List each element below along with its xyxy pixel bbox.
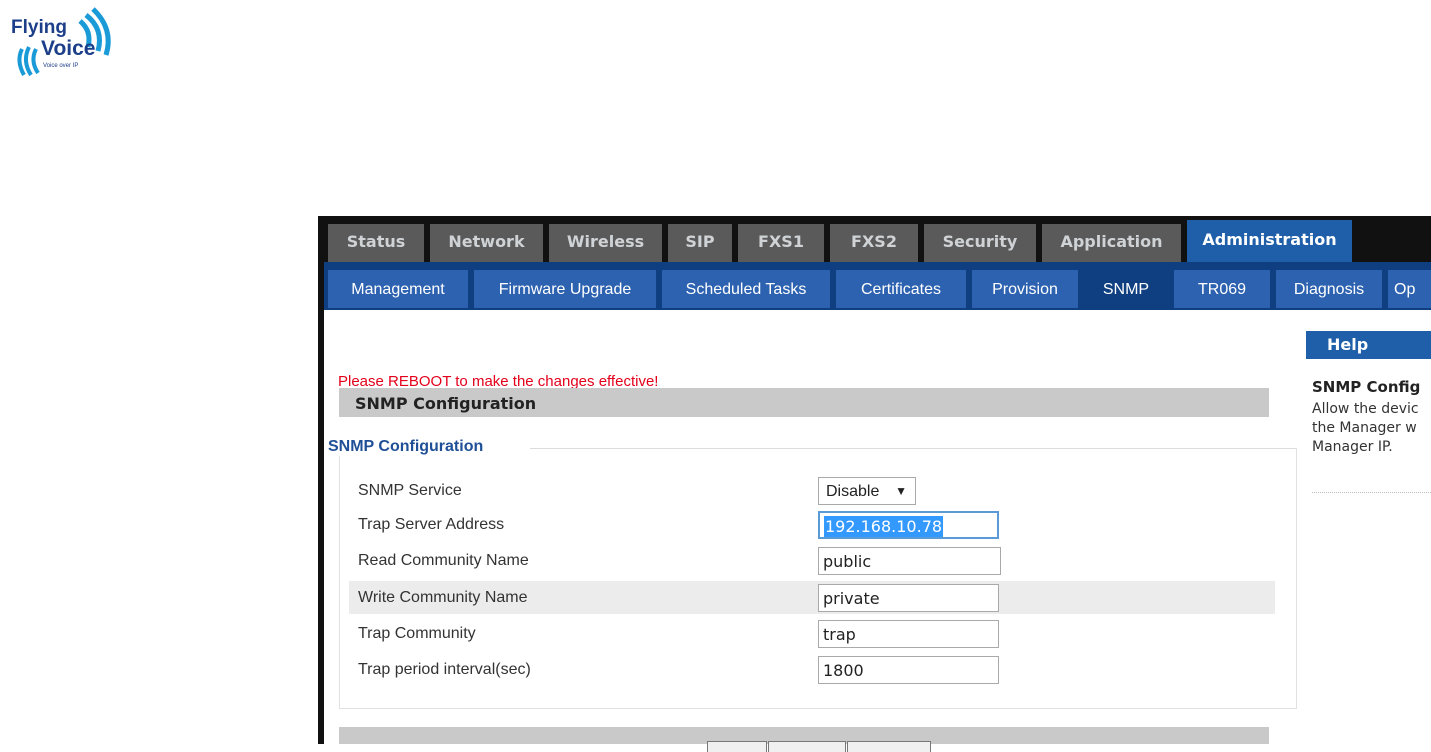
- row-read-community-name: Read Community Name public: [349, 544, 1275, 577]
- help-line-2: the Manager w: [1312, 420, 1417, 436]
- trap-server-address-label: Trap Server Address: [358, 516, 505, 533]
- trap-community-input[interactable]: trap: [818, 620, 999, 648]
- fieldset-legend: SNMP Configuration: [328, 438, 490, 456]
- fieldset-top-border: [530, 448, 1296, 449]
- write-community-name-input[interactable]: private: [818, 584, 999, 612]
- read-community-name-label: Read Community Name: [358, 552, 529, 569]
- subtab-certificates[interactable]: Certificates: [836, 270, 966, 308]
- snmp-service-label: SNMP Service: [358, 482, 462, 499]
- subtab-diagnosis[interactable]: Diagnosis: [1276, 270, 1382, 308]
- subtab-operation[interactable]: Op: [1388, 270, 1431, 308]
- tab-administration[interactable]: Administration: [1187, 220, 1352, 262]
- save-button[interactable]: [707, 741, 767, 752]
- row-trap-period-interval: Trap period interval(sec) 1800: [349, 653, 1275, 686]
- dropdown-arrow-icon: ▼: [895, 484, 907, 498]
- subtab-management[interactable]: Management: [328, 270, 468, 308]
- apply-button[interactable]: [768, 741, 846, 752]
- subtab-firmware-upgrade[interactable]: Firmware Upgrade: [474, 270, 656, 308]
- help-header: Help: [1306, 331, 1431, 359]
- subtab-scheduled-tasks[interactable]: Scheduled Tasks: [662, 270, 830, 308]
- help-header-title: Help: [1327, 335, 1369, 354]
- snmp-service-value: Disable: [826, 483, 880, 500]
- sub-tab-bar: Management Firmware Upgrade Scheduled Ta…: [318, 262, 1431, 310]
- trap-server-address-input[interactable]: 192.168.10.78: [818, 511, 999, 539]
- tab-wireless[interactable]: Wireless: [549, 224, 662, 262]
- tab-status[interactable]: Status: [328, 224, 424, 262]
- trap-server-address-value: 192.168.10.78: [824, 516, 944, 537]
- help-title: SNMP Config: [1312, 378, 1421, 396]
- trap-community-label: Trap Community: [358, 625, 476, 642]
- row-snmp-service: SNMP Service Disable ▼: [349, 474, 1275, 507]
- help-divider: [1312, 492, 1431, 493]
- subtab-provision[interactable]: Provision: [972, 270, 1078, 308]
- tab-network[interactable]: Network: [430, 224, 543, 262]
- logo-line1: Flying: [11, 17, 67, 38]
- cancel-button[interactable]: [847, 741, 931, 752]
- write-community-name-label: Write Community Name: [358, 589, 528, 606]
- subtab-tr069[interactable]: TR069: [1174, 270, 1270, 308]
- section-header-title: SNMP Configuration: [355, 394, 537, 413]
- main-tab-bar: Status Network Wireless SIP FXS1 FXS2 Se…: [318, 216, 1431, 262]
- help-line-1: Allow the devic: [1312, 401, 1419, 417]
- tab-fxs2[interactable]: FXS2: [830, 224, 918, 262]
- frame-left-border: [318, 216, 324, 744]
- section-header: SNMP Configuration: [339, 388, 1269, 417]
- trap-period-interval-label: Trap period interval(sec): [358, 661, 531, 678]
- logo-line2: Voice: [41, 37, 96, 60]
- tab-application[interactable]: Application: [1042, 224, 1181, 262]
- tab-sip[interactable]: SIP: [668, 224, 732, 262]
- row-trap-server-address: Trap Server Address 192.168.10.78: [349, 508, 1275, 541]
- read-community-name-input[interactable]: public: [818, 547, 1001, 575]
- row-trap-community: Trap Community trap: [349, 617, 1275, 650]
- flying-voice-logo: Flying Voice Voice over IP: [8, 3, 120, 91]
- help-text: Allow the devic the Manager w Manager IP…: [1312, 400, 1431, 457]
- logo-tagline: Voice over IP: [43, 63, 79, 69]
- snmp-service-select[interactable]: Disable ▼: [818, 477, 916, 505]
- tab-security[interactable]: Security: [924, 224, 1036, 262]
- subtab-snmp[interactable]: SNMP: [1084, 270, 1168, 308]
- row-write-community-name: Write Community Name private: [349, 581, 1275, 614]
- help-line-3: Manager IP.: [1312, 439, 1393, 455]
- tab-fxs1[interactable]: FXS1: [738, 224, 824, 262]
- trap-period-interval-input[interactable]: 1800: [818, 656, 999, 684]
